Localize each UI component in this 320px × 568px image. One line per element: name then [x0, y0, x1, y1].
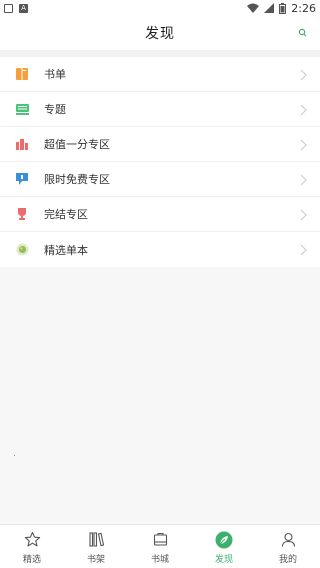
- chevron-right-icon: [300, 104, 307, 116]
- bookshelf-icon: [87, 531, 105, 549]
- chevron-right-icon: [300, 209, 307, 221]
- list-item-selected[interactable]: 精选单本: [0, 232, 320, 267]
- list-item-label: 限时免费专区: [44, 173, 110, 186]
- bottom-nav: 精选 书架 书城 发现 我的: [0, 524, 320, 568]
- badge-icon: [15, 243, 29, 257]
- list-item-book-list[interactable]: 书单: [0, 57, 320, 92]
- page-title: 发现: [145, 26, 175, 42]
- nav-profile[interactable]: 我的: [256, 525, 320, 568]
- star-icon: [23, 531, 41, 549]
- stray-dot: [14, 455, 15, 456]
- trophy-icon: [15, 207, 29, 221]
- app-header: 发现: [0, 16, 320, 50]
- app-notification-icon: A: [19, 3, 28, 13]
- chevron-right-icon: [300, 69, 307, 81]
- discover-list: 书单 专题 超值一分专区 限时免费专区 完结专区 精选单本: [0, 57, 320, 267]
- list-item-label: 完结专区: [44, 208, 88, 221]
- status-bar: A 2:26: [0, 0, 320, 16]
- nav-featured[interactable]: 精选: [0, 525, 64, 568]
- header-divider: [0, 50, 320, 57]
- chevron-right-icon: [300, 139, 307, 151]
- nav-label: 我的: [278, 554, 297, 565]
- chevron-right-icon: [300, 174, 307, 186]
- nav-label: 书架: [86, 554, 105, 565]
- status-time: 2:26: [291, 1, 316, 15]
- book-list-icon: [15, 67, 29, 81]
- nav-bookstore[interactable]: 书城: [128, 525, 192, 568]
- list-item-free[interactable]: 限时免费专区: [0, 162, 320, 197]
- list-item-topic[interactable]: 专题: [0, 92, 320, 127]
- list-item-label: 书单: [44, 68, 66, 81]
- list-item-label: 专题: [44, 103, 66, 116]
- battery-icon: [279, 2, 287, 14]
- user-icon: [279, 531, 297, 549]
- nav-label: 书城: [150, 554, 169, 565]
- list-item-label: 超值一分专区: [44, 138, 110, 151]
- signal-icon: [264, 3, 275, 13]
- wifi-icon: [247, 3, 260, 13]
- nav-label: 精选: [22, 554, 41, 565]
- nav-label: 发现: [214, 554, 233, 565]
- bargain-icon: [15, 137, 29, 151]
- search-icon[interactable]: [296, 26, 310, 40]
- list-item-bargain[interactable]: 超值一分专区: [0, 127, 320, 162]
- chevron-right-icon: [300, 244, 307, 256]
- free-tag-icon: [15, 172, 29, 186]
- list-item-label: 精选单本: [44, 243, 88, 257]
- nav-bookshelf[interactable]: 书架: [64, 525, 128, 568]
- topic-icon: [15, 102, 29, 116]
- bookstore-icon: [151, 531, 169, 549]
- nav-discover[interactable]: 发现: [192, 525, 256, 568]
- compass-leaf-icon: [215, 531, 233, 549]
- notification-icon: [4, 3, 13, 13]
- list-item-completed[interactable]: 完结专区: [0, 197, 320, 232]
